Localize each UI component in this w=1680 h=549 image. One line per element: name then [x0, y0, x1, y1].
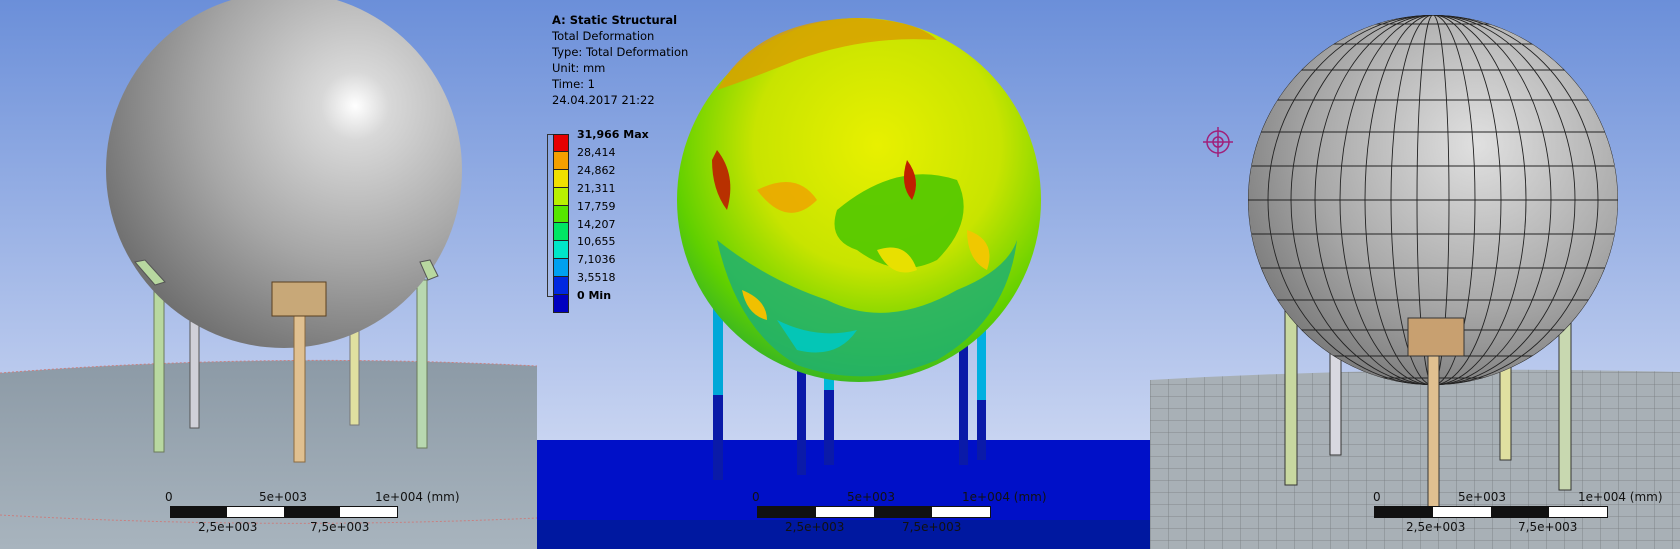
legend-value: 14,207: [577, 217, 616, 231]
leg: [153, 279, 165, 453]
legend-swatch: [553, 259, 569, 278]
mesh-viewport[interactable]: 0 5e+003 1e+004 (mm) 2,5e+003 7,5e+003: [1150, 0, 1680, 549]
scale-label: 5e+003: [259, 490, 307, 504]
scale-label: 1e+004 (mm): [1578, 490, 1663, 504]
leg: [416, 279, 428, 449]
leg: [189, 309, 200, 429]
result-time: Time: 1: [552, 77, 595, 91]
legend-swatch: [553, 151, 569, 170]
analysis-title: A: Static Structural: [552, 13, 678, 27]
legend-value: 10,655: [577, 235, 616, 249]
scale-label: 0: [165, 490, 173, 504]
legend-value: 21,311: [577, 181, 616, 195]
leg: [1284, 304, 1298, 486]
result-header: A: Static Structural Total Deformation T…: [552, 12, 688, 108]
legend-swatch: [553, 277, 569, 296]
result-name: Total Deformation: [552, 29, 655, 43]
scale-label: 5e+003: [847, 490, 895, 504]
leg-bracket: [1407, 317, 1465, 357]
scale-label: 7,5e+003: [310, 520, 370, 534]
legend-value: 3,5518: [577, 271, 616, 285]
scale-label: 5e+003: [1458, 490, 1506, 504]
scale-label: 1e+004 (mm): [375, 490, 460, 504]
legend-swatch: [553, 223, 569, 242]
legend-value: 17,759: [577, 199, 616, 213]
legend-swatch: [553, 241, 569, 260]
result-type: Type: Total Deformation: [552, 45, 689, 59]
legend-value: 7,1036: [577, 253, 616, 267]
scale-label: 0: [752, 490, 760, 504]
legend-swatch: [553, 205, 569, 224]
legend-color-bar: [553, 134, 569, 313]
scale-label: 2,5e+003: [198, 520, 258, 534]
scale-label: 7,5e+003: [1518, 520, 1578, 534]
screenshot-strip: 0 5e+003 1e+004 (mm) 2,5e+003 7,5e+003 A…: [0, 0, 1680, 549]
results-viewport[interactable]: A: Static Structural Total Deformation T…: [537, 0, 1150, 549]
scale-label: 0: [1373, 490, 1381, 504]
mesh-scene: [1150, 0, 1680, 549]
scale-label: 7,5e+003: [902, 520, 962, 534]
legend-swatch: [553, 169, 569, 188]
scale-label: 2,5e+003: [785, 520, 845, 534]
result-date: 24.04.2017 21:22: [552, 93, 655, 107]
legend-value: 28,414: [577, 145, 616, 159]
scale-label: 2,5e+003: [1406, 520, 1466, 534]
leg-front: [293, 299, 306, 463]
legend-value: 24,862: [577, 163, 616, 177]
legend-value: 31,966 Max: [577, 128, 649, 141]
legend-value: 0 Min: [577, 289, 612, 303]
legend-swatch: [553, 187, 569, 206]
result-unit: Unit: mm: [552, 61, 606, 75]
leg-front: [1427, 344, 1440, 516]
leg-bracket: [271, 281, 327, 317]
geometry-viewport[interactable]: 0 5e+003 1e+004 (mm) 2,5e+003 7,5e+003: [0, 0, 537, 549]
geometry-scene: [0, 0, 537, 549]
scale-label: 1e+004 (mm): [962, 490, 1047, 504]
legend-labels: 31,966 Max 28,414 24,862 21,311 17,759 14,207…: [577, 126, 649, 305]
legend-swatch: [553, 295, 569, 313]
legend-swatch: [553, 134, 569, 152]
